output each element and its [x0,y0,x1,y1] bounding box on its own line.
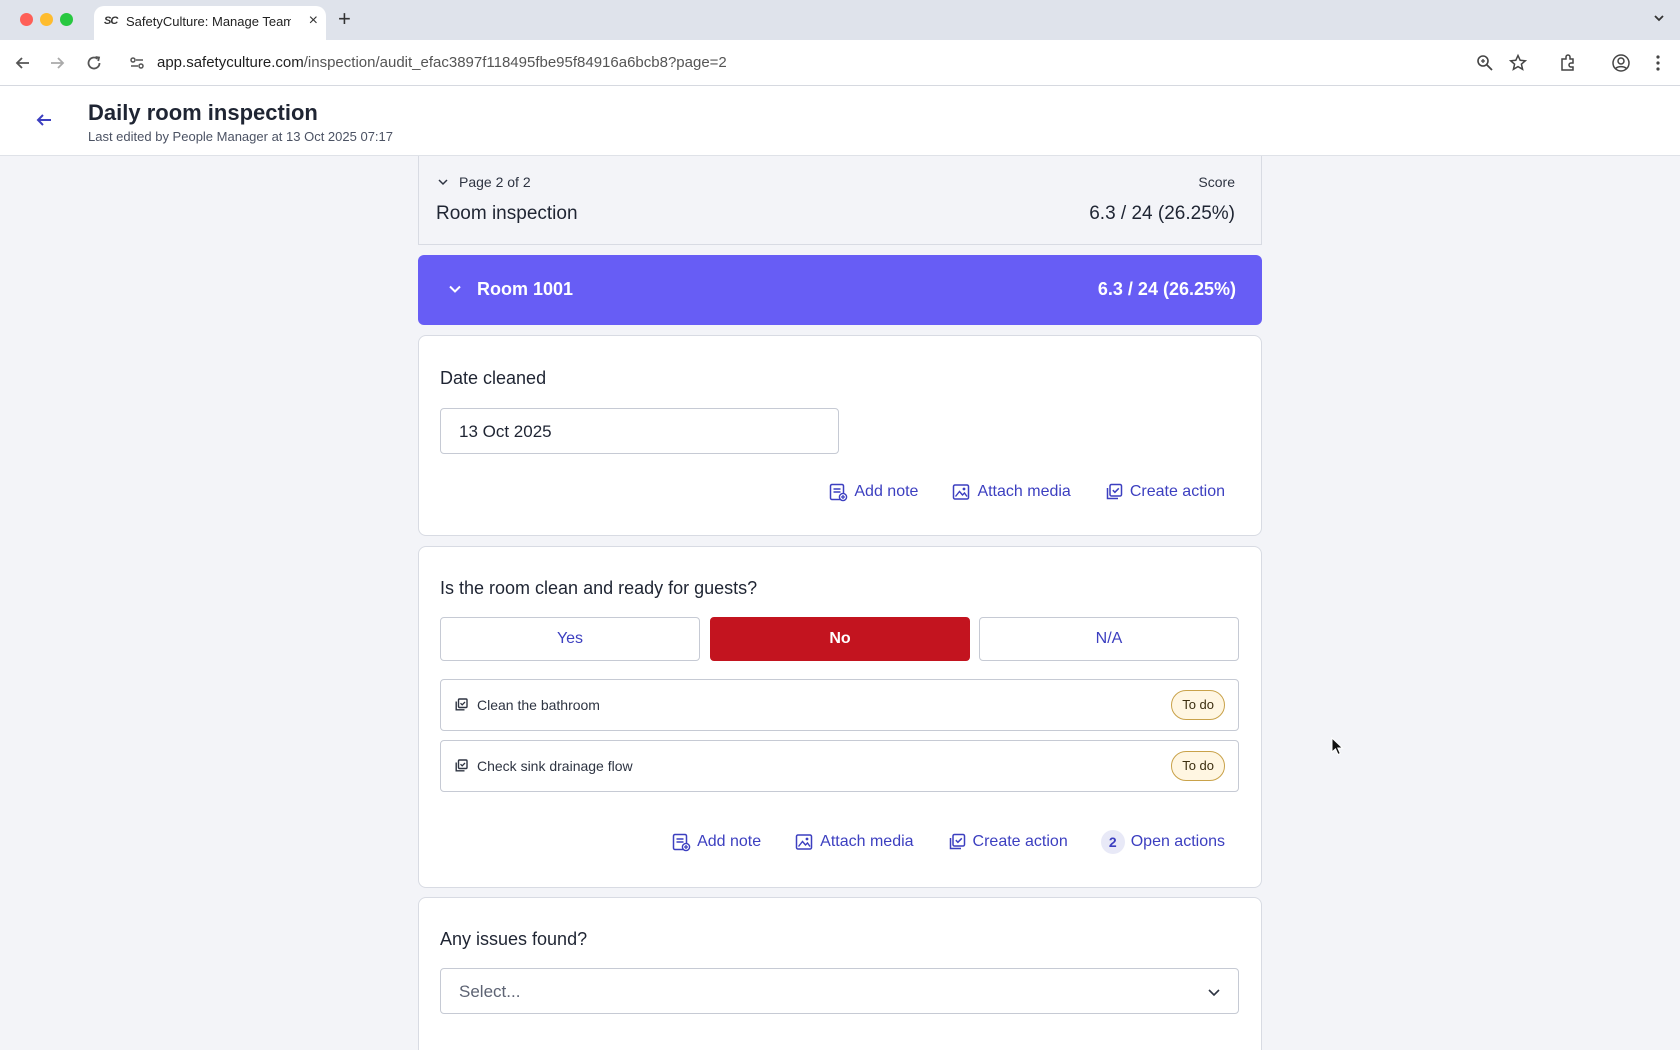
score-label: Score [1198,174,1235,190]
attach-media-label: Attach media [820,833,914,850]
question-actions: Add note Attach media Create action 2 Op… [671,830,1225,854]
attach-media-button[interactable]: Attach media [951,482,1071,502]
action-item[interactable]: Check sink drainage flow To do [440,740,1239,792]
add-note-label: Add note [854,483,919,500]
page-indicator[interactable]: Page 2 of 2 [459,174,531,190]
question-label: Is the room clean and ready for guests? [440,578,758,598]
action-item-icon [455,759,468,777]
open-actions-label: Open actions [1130,833,1225,850]
extensions-puzzle-icon[interactable] [1558,53,1578,73]
mouse-cursor-icon [1331,736,1345,762]
add-note-icon [830,483,848,502]
section-title: Room inspection [436,203,578,224]
add-note-button[interactable]: Add note [671,832,761,852]
attach-media-label: Attach media [977,483,1071,500]
open-actions-button[interactable]: 2 Open actions [1100,830,1225,854]
browser-forward-arrow-icon[interactable] [46,52,68,74]
window-zoom-button[interactable] [60,13,73,26]
inspection-header: Daily room inspection Last edited by Peo… [0,86,1680,156]
response-no-button[interactable]: No [710,617,970,661]
attach-media-button[interactable]: Attach media [794,832,914,852]
page-title: Daily room inspection [88,100,318,125]
room-ready-question-card: Is the room clean and ready for guests? … [418,546,1262,888]
question-label: Any issues found? [440,929,588,949]
room-score: 6.3 / 24 (26.25%) [1097,279,1236,299]
bookmark-star-icon[interactable] [1508,53,1528,73]
issues-select-dropdown[interactable]: Select... [440,968,1239,1014]
create-action-icon [949,833,965,850]
browser-menu-kebab-icon[interactable] [1648,53,1668,73]
create-action-button[interactable]: Create action [1104,482,1225,502]
safetyculture-favicon-icon: SC [104,15,118,27]
action-item[interactable]: Clean the bathroom To do [440,679,1239,731]
site-info-icon[interactable] [128,54,146,77]
action-item-title: Clean the bathroom [477,697,600,713]
action-item-icon [455,698,468,716]
date-cleaned-input[interactable]: 13 Oct 2025 [440,408,839,454]
url-host: app.safetyculture.com [157,54,304,71]
room-title: Room 1001 [477,279,574,299]
browser-toolbar: app.safetyculture.com/inspection/audit_e… [0,40,1680,86]
add-note-label: Add note [697,833,762,850]
tab-title: SafetyCulture: Manage Teams [126,14,291,29]
last-edited-subtitle: Last edited by People Manager at 13 Oct … [88,129,393,144]
create-action-icon [1106,483,1123,500]
response-yes-button[interactable]: Yes [440,617,700,661]
address-bar-url[interactable]: app.safetyculture.com/inspection/audit_e… [157,54,727,71]
status-badge: To do [1171,690,1225,720]
browser-tab-bar: SC SafetyCulture: Manage Teams × + [0,0,1680,40]
response-options: Yes No N/A [440,617,1239,661]
attach-media-icon [953,484,970,500]
section-score: 6.3 / 24 (26.25%) [1089,203,1235,224]
zoom-magnifier-icon[interactable] [1475,53,1495,73]
profile-avatar-icon[interactable] [1611,53,1631,73]
page-collapse-chevron-icon[interactable] [437,175,449,193]
page-section-header: Page 2 of 2 Score Room inspection 6.3 / … [418,156,1262,245]
browser-tab-active[interactable]: SC SafetyCulture: Manage Teams × [94,6,326,40]
response-na-button[interactable]: N/A [979,617,1239,661]
chevron-down-icon [1206,984,1222,1005]
window-minimize-button[interactable] [40,13,53,26]
add-note-button[interactable]: Add note [828,482,918,502]
create-action-button[interactable]: Create action [947,832,1068,852]
browser-back-arrow-icon[interactable] [12,52,34,74]
attach-media-icon [795,834,813,850]
open-actions-count: 2 [1100,830,1125,854]
question-label: Date cleaned [440,368,547,388]
room-collapse-chevron-icon[interactable] [448,282,462,301]
back-arrow-icon[interactable] [34,110,54,135]
browser-reload-icon[interactable] [83,52,105,74]
tab-close-icon[interactable]: × [309,12,318,30]
date-cleaned-question-card: Date cleaned 13 Oct 2025 Add note Attach… [418,335,1262,536]
new-tab-plus-icon[interactable]: + [338,6,351,32]
add-note-icon [672,833,691,852]
create-action-label: Create action [972,833,1068,850]
issues-question-card: Any issues found? Select... [418,897,1262,1050]
select-placeholder: Select... [459,982,521,1001]
create-action-label: Create action [1129,483,1225,500]
tab-search-chevron-icon[interactable] [1652,11,1666,30]
status-badge: To do [1171,751,1225,781]
action-item-title: Check sink drainage flow [477,758,633,774]
room-section-header[interactable]: Room 1001 6.3 / 24 (26.25%) [418,255,1262,325]
window-close-button[interactable] [20,13,33,26]
url-path: /inspection/audit_efac3897f118495fbe95f8… [303,54,727,71]
question-actions: Add note Attach media Create action [828,482,1225,502]
